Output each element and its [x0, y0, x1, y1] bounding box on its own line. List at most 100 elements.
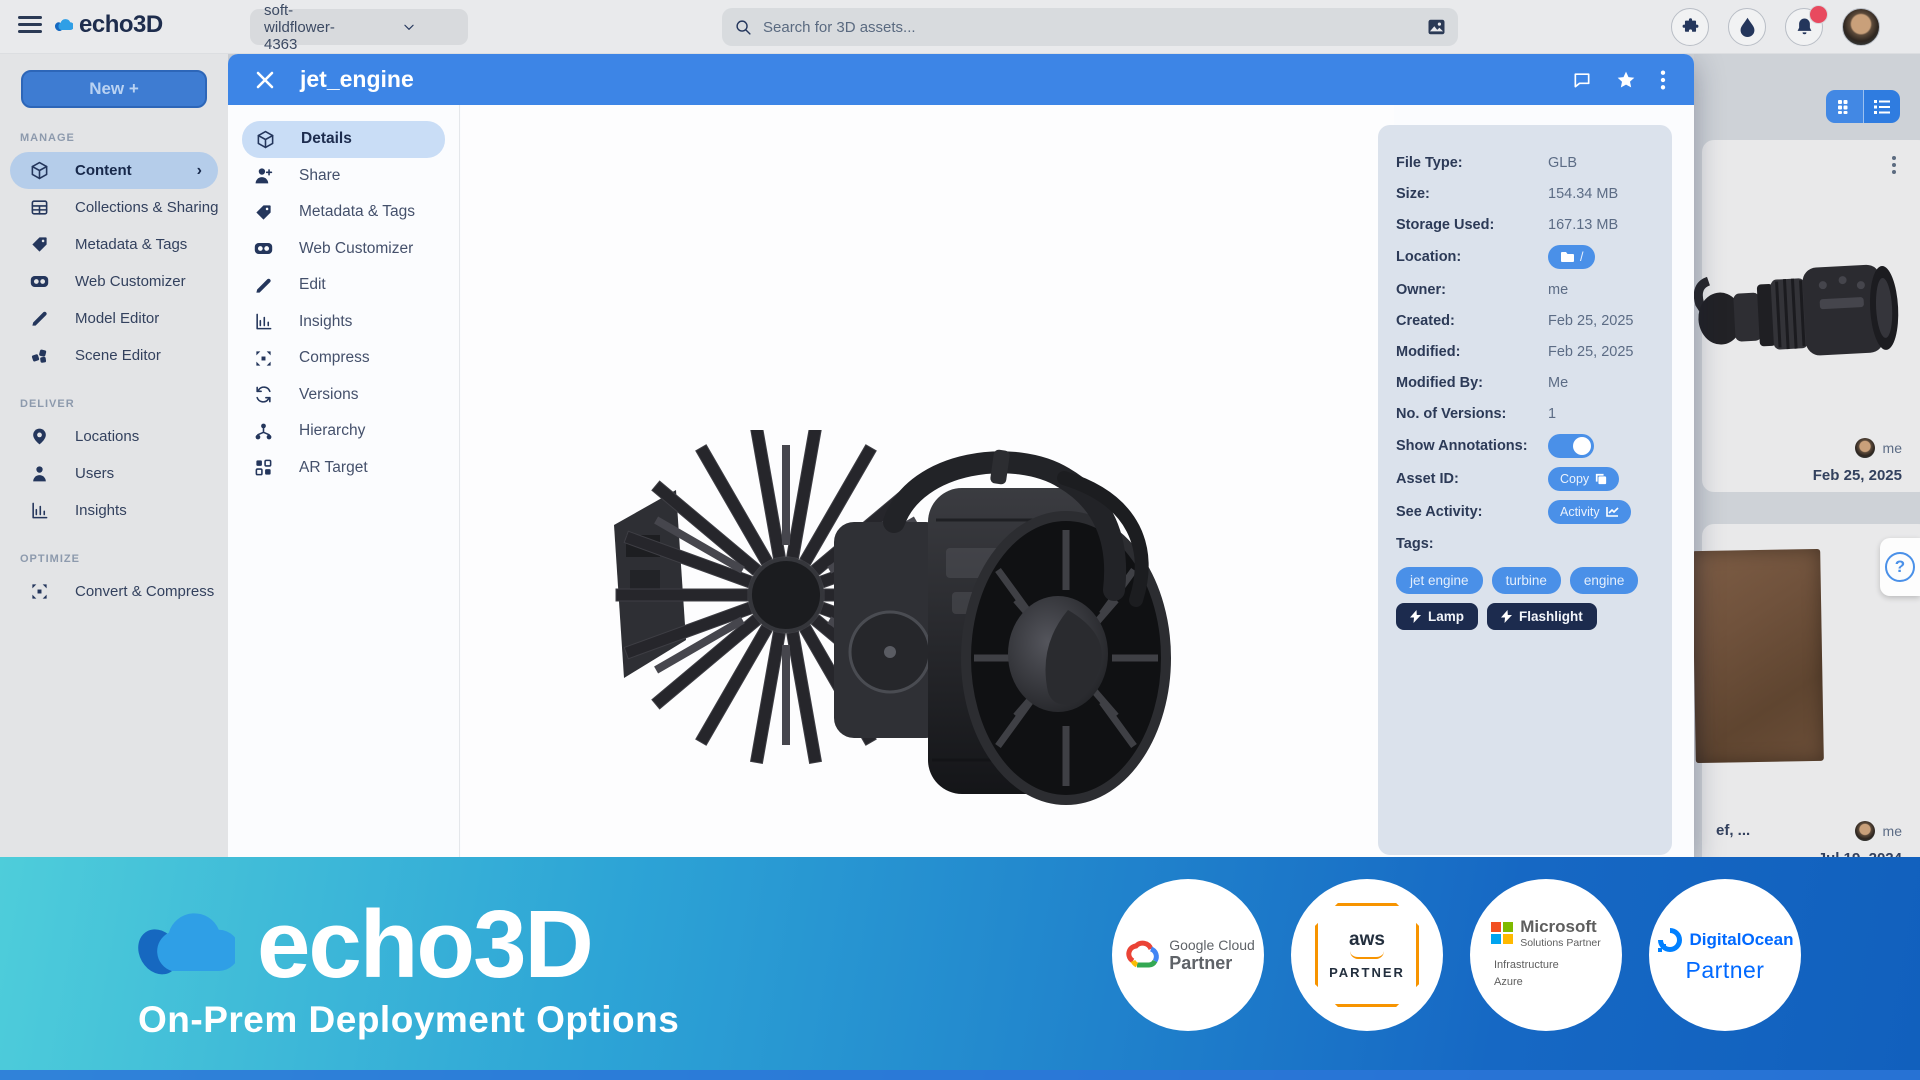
- tab-compress[interactable]: Compress: [228, 340, 459, 377]
- aws-smile-icon: [1350, 951, 1384, 959]
- sidebar-item-users[interactable]: Users: [0, 455, 228, 492]
- jet-engine-model: [596, 430, 1176, 860]
- asset-id-label: Asset ID:: [1396, 471, 1548, 487]
- created-value: Feb 25, 2025: [1548, 313, 1633, 329]
- tab-insights[interactable]: Insights: [228, 304, 459, 341]
- size-label: Size:: [1396, 186, 1548, 202]
- tab-web-customizer[interactable]: Web Customizer: [228, 231, 459, 268]
- flash-icon: [1410, 610, 1421, 623]
- tag-pill[interactable]: turbine: [1492, 567, 1561, 594]
- sidebar: New + MANAGE Content › Collections & Sha…: [0, 54, 228, 857]
- hierarchy-icon: [254, 422, 273, 441]
- sidebar-item-content[interactable]: Content ›: [10, 152, 218, 189]
- partner-badges: Google Cloud Partner aws PARTNER Microso…: [1112, 879, 1801, 1031]
- tag-pill[interactable]: engine: [1570, 567, 1639, 594]
- tag-pill-category[interactable]: Lamp: [1396, 603, 1478, 630]
- partner-badge-aws: aws PARTNER: [1291, 879, 1443, 1031]
- sidebar-item-metadata[interactable]: Metadata & Tags: [0, 226, 228, 263]
- annotations-toggle[interactable]: [1548, 434, 1594, 458]
- close-icon[interactable]: [256, 71, 274, 89]
- user-icon: [30, 464, 49, 483]
- tab-metadata-tags[interactable]: Metadata & Tags: [228, 194, 459, 231]
- model-viewer-3d[interactable]: [461, 105, 1394, 857]
- tab-ar-target[interactable]: AR Target: [228, 450, 459, 487]
- chart-icon: [1606, 506, 1619, 517]
- copy-asset-id-button[interactable]: Copy: [1548, 467, 1619, 491]
- tab-versions[interactable]: Versions: [228, 377, 459, 414]
- card-menu-icon[interactable]: [1892, 156, 1896, 177]
- search-bar[interactable]: [722, 8, 1458, 46]
- section-label-manage: MANAGE: [20, 132, 228, 144]
- help-button[interactable]: ?: [1880, 538, 1920, 596]
- app-logo[interactable]: echo3D: [54, 11, 163, 39]
- image-search-icon[interactable]: [1427, 19, 1446, 35]
- tag-icon: [30, 235, 49, 254]
- sidebar-item-web-customizer[interactable]: Web Customizer: [0, 263, 228, 300]
- modified-label: Modified:: [1396, 344, 1548, 360]
- usage-button[interactable]: [1728, 8, 1766, 46]
- card-title: ef, ...: [1716, 822, 1750, 839]
- notification-badge: [1809, 5, 1828, 24]
- location-label: Location:: [1396, 249, 1548, 265]
- promo-banner: echo3D On-Prem Deployment Options Google…: [0, 857, 1920, 1080]
- sidebar-item-convert-compress[interactable]: Convert & Compress: [0, 573, 228, 610]
- card-date: Jul 19, 2024: [1818, 850, 1902, 857]
- card-owner: me: [1883, 440, 1902, 456]
- tag-pill[interactable]: jet engine: [1396, 567, 1483, 594]
- pencil-icon: [254, 276, 273, 295]
- tab-details[interactable]: Details: [242, 121, 445, 158]
- asset-grid-background: me Feb 25, 2025 ef, ... me Jul 19, 2024 …: [1694, 54, 1920, 857]
- partner-badge-google-cloud: Google Cloud Partner: [1112, 879, 1264, 1031]
- tab-edit[interactable]: Edit: [228, 267, 459, 304]
- vr-goggles-icon: [254, 239, 273, 258]
- chart-icon: [30, 501, 49, 520]
- modified-value: Feb 25, 2025: [1548, 344, 1633, 360]
- map-pin-icon: [30, 427, 49, 446]
- asset-card[interactable]: me Feb 25, 2025: [1702, 140, 1920, 492]
- kebab-menu-icon[interactable]: [1660, 70, 1666, 90]
- storage-value: 167.13 MB: [1548, 217, 1618, 233]
- project-dropdown[interactable]: soft-wildflower-4363: [250, 9, 468, 45]
- sidebar-item-scene-editor[interactable]: Scene Editor: [0, 337, 228, 374]
- card-owner: me: [1883, 823, 1902, 839]
- search-input[interactable]: [763, 19, 1417, 36]
- compress-icon: [30, 582, 49, 601]
- star-icon[interactable]: [1616, 70, 1636, 90]
- details-panel: File Type:GLB Size:154.34 MB Storage Use…: [1378, 125, 1672, 855]
- versions-value: 1: [1548, 406, 1556, 422]
- flash-icon: [1501, 610, 1512, 623]
- owner-avatar: [1855, 438, 1875, 458]
- sidebar-item-model-editor[interactable]: Model Editor: [0, 300, 228, 337]
- integrations-button[interactable]: [1671, 8, 1709, 46]
- sidebar-item-collections[interactable]: Collections & Sharing: [0, 189, 228, 226]
- sidebar-item-insights[interactable]: Insights: [0, 492, 228, 529]
- new-button[interactable]: New +: [21, 70, 207, 108]
- table-icon: [30, 198, 49, 217]
- versions-label: No. of Versions:: [1396, 406, 1548, 422]
- owner-avatar: [1855, 821, 1875, 841]
- tab-hierarchy[interactable]: Hierarchy: [228, 413, 459, 450]
- location-button[interactable]: /: [1548, 245, 1595, 269]
- file-type-value: GLB: [1548, 155, 1577, 171]
- echo3d-cloud-icon: [54, 14, 73, 36]
- sidebar-item-locations[interactable]: Locations: [0, 418, 228, 455]
- tag-icon: [254, 203, 273, 222]
- partner-badge-microsoft: Microsoft Solutions Partner Infrastructu…: [1470, 879, 1622, 1031]
- user-plus-icon: [254, 166, 273, 185]
- user-avatar[interactable]: [1842, 8, 1880, 46]
- notifications-button[interactable]: [1785, 8, 1823, 46]
- section-label-optimize: OPTIMIZE: [20, 553, 228, 565]
- tab-share[interactable]: Share: [228, 158, 459, 195]
- list-view-button[interactable]: [1863, 90, 1900, 123]
- comment-icon[interactable]: [1572, 70, 1592, 90]
- activity-button[interactable]: Activity: [1548, 500, 1631, 524]
- chart-icon: [254, 312, 273, 331]
- scene-icon: [30, 346, 49, 365]
- hamburger-menu-icon[interactable]: [18, 16, 42, 36]
- pencil-icon: [30, 309, 49, 328]
- owner-value: me: [1548, 282, 1568, 298]
- puzzle-icon: [1681, 17, 1700, 37]
- tag-pill-category[interactable]: Flashlight: [1487, 603, 1597, 630]
- chevron-right-icon: ›: [197, 162, 202, 180]
- grid-view-button[interactable]: [1826, 90, 1863, 123]
